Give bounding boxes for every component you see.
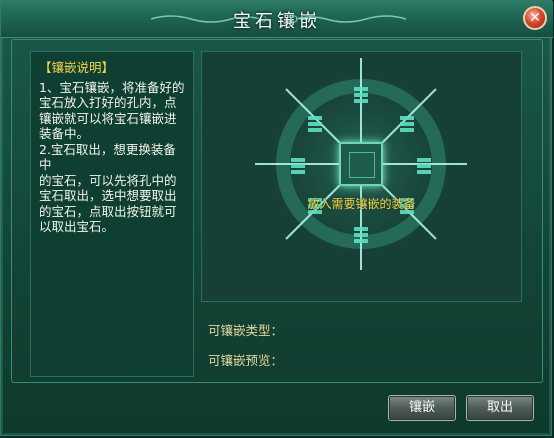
equipment-slot-frame — [349, 152, 375, 178]
equipment-slot-hint: 放入需要镶嵌的装备 — [307, 197, 416, 211]
instruction-line: 以取出宝石。 — [39, 219, 115, 234]
instructions-heading: 【镶嵌说明】 — [39, 60, 115, 75]
inlay-area: 放入需要镶嵌的装备 — [201, 51, 522, 302]
inlay-type-label: 可镶嵌类型： — [208, 323, 284, 338]
cloud-ornament-icon — [290, 15, 406, 23]
remove-button[interactable]: 取出 — [466, 395, 534, 421]
instructions-panel: 【镶嵌说明】 1、宝石镶嵌，将准备好的 宝石放入打好的孔内，点 镶嵌就可以将宝石… — [30, 51, 194, 377]
instruction-line: 2.宝石取出，想更换装备中 — [39, 141, 176, 173]
instruction-line: 宝石放入打好的孔内，点 — [39, 95, 177, 110]
inlay-button[interactable]: 镶嵌 — [388, 395, 456, 421]
close-button[interactable]: ✕ — [523, 6, 547, 30]
instruction-line: 1、宝石镶嵌，将准备好的 — [39, 79, 185, 95]
instruction-line: 的宝石，点取出按钮就可 — [39, 203, 177, 219]
instruction-line: 的宝石，可以先将孔中的 — [39, 172, 177, 188]
gem-inlay-window: 宝石镶嵌 ✕ 【镶嵌说明】 1、宝石镶嵌，将准备好的 宝石放入打好的孔内，点 镶… — [0, 0, 553, 436]
window-title: 宝石镶嵌 — [233, 11, 321, 32]
title-bar[interactable]: 宝石镶嵌 ✕ — [1, 1, 553, 38]
instruction-line: 镶嵌就可以将宝石镶嵌进 — [39, 110, 177, 126]
inlay-preview-label: 可镶嵌预览： — [208, 353, 284, 368]
instruction-line: 装备中。 — [39, 126, 90, 141]
instruction-line: 宝石取出，选中想要取出 — [39, 188, 177, 203]
equipment-slot[interactable] — [339, 142, 383, 186]
